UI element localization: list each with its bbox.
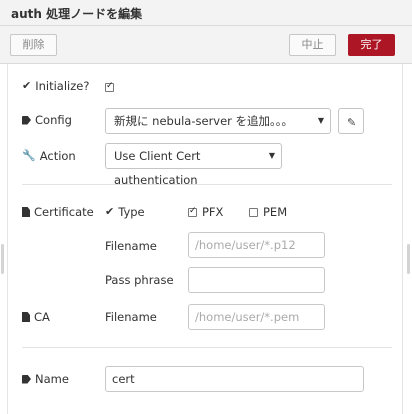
tag-icon — [22, 374, 31, 384]
name-label: Name — [35, 372, 69, 386]
ca-filename-label: Filename — [105, 310, 157, 324]
dialog-toolbar: 削除 中止 完了 — [0, 26, 412, 64]
pem-checkbox[interactable] — [249, 208, 258, 217]
certificate-label: Certificate — [34, 205, 94, 219]
file-icon — [22, 312, 30, 322]
config-row-label: Config — [22, 113, 72, 127]
action-row-label: 🔧 Action — [22, 149, 76, 163]
passphrase-label: Pass phrase — [105, 273, 174, 287]
divider — [22, 184, 392, 185]
certificate-row-label: Certificate — [22, 205, 94, 219]
type-label: Type — [118, 205, 145, 219]
action-label: Action — [39, 149, 76, 163]
done-button[interactable]: 完了 — [348, 34, 395, 56]
initialize-checkbox[interactable] — [105, 81, 114, 92]
passphrase-input-box — [188, 267, 325, 293]
wrench-icon: 🔧 — [22, 149, 36, 162]
tag-icon — [22, 115, 31, 125]
name-input[interactable] — [112, 367, 363, 391]
initialize-row-label: ✔ Initialize? — [22, 79, 89, 93]
cancel-button[interactable]: 中止 — [289, 34, 336, 56]
pfx-label: PFX — [202, 205, 224, 219]
pem-label: PEM — [263, 205, 288, 219]
dialog-title: auth 処理ノードを編集 — [11, 7, 143, 21]
caret-down-icon: ▼ — [317, 116, 324, 125]
pfx-checkbox[interactable] — [188, 206, 197, 217]
config-label: Config — [35, 113, 72, 127]
dialog-titlebar: auth 処理ノードを編集 — [0, 0, 412, 26]
file-icon — [22, 207, 30, 217]
ca-filename-input-box — [188, 304, 325, 330]
form-panel: ✔ Initialize? Config 新規に nebula-server を… — [7, 64, 403, 414]
action-select-value: Use Client Cert authentication — [114, 149, 201, 187]
cert-filename-input[interactable] — [195, 233, 324, 257]
caret-down-icon: ▼ — [268, 151, 275, 160]
cert-filename-label: Filename — [105, 239, 157, 253]
divider — [22, 347, 392, 348]
edit-config-button[interactable]: ✎ — [338, 108, 364, 134]
ca-filename-input[interactable] — [195, 305, 324, 329]
passphrase-input[interactable] — [195, 268, 324, 292]
type-label-row: ✔ Type — [105, 205, 145, 219]
delete-button[interactable]: 削除 — [10, 34, 57, 56]
action-select[interactable]: Use Client Cert authentication ▼ — [105, 143, 282, 187]
check-icon: ✔ — [105, 205, 115, 218]
ca-row-label: CA — [22, 310, 50, 324]
initialize-label: Initialize? — [35, 79, 90, 93]
pencil-icon: ✎ — [347, 116, 357, 129]
ca-label: CA — [34, 310, 50, 324]
left-resize-handle[interactable] — [1, 244, 4, 274]
cert-filename-input-box — [188, 232, 325, 258]
right-resize-handle[interactable] — [407, 244, 410, 274]
check-icon: ✔ — [22, 79, 32, 92]
name-row-label: Name — [22, 372, 69, 386]
name-input-box — [105, 366, 364, 392]
config-select-value: 新規に nebula-server を追加。。。 — [114, 114, 294, 128]
config-select[interactable]: 新規に nebula-server を追加。。。 ▼ — [105, 108, 331, 134]
